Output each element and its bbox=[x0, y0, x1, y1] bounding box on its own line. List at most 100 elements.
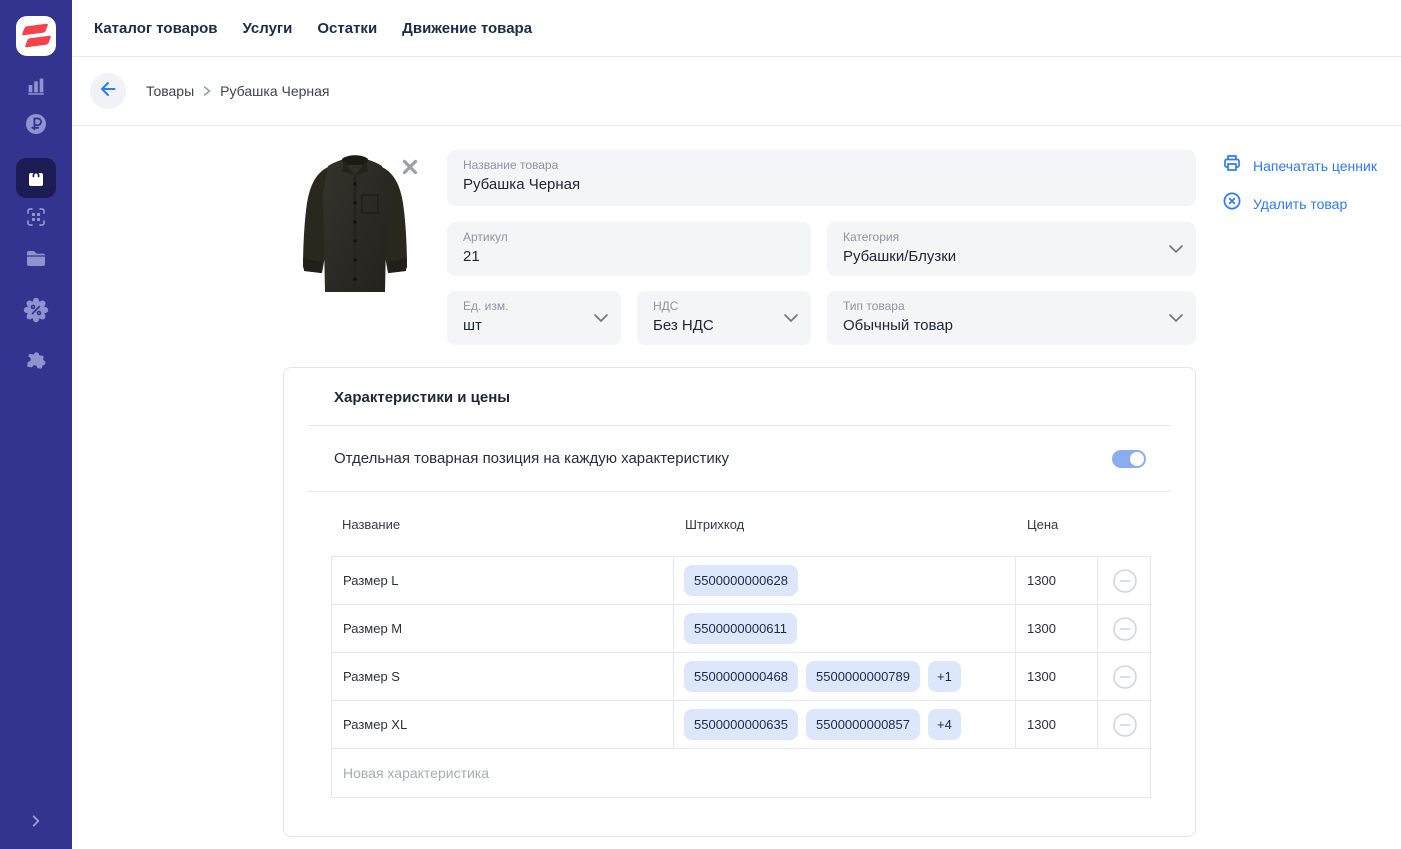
sidebar-item-files[interactable] bbox=[16, 238, 56, 278]
row-price-cell: 1300 bbox=[1016, 701, 1098, 748]
category-select[interactable]: Категория Рубашки/Блузки bbox=[827, 222, 1196, 276]
field-value: Рубашки/Блузки bbox=[843, 248, 957, 265]
barcode-chip[interactable]: 5500000000468 bbox=[684, 661, 798, 692]
field-label: Тип товара bbox=[843, 299, 905, 313]
page-content: Название товара Рубашка Черная Артикул 2… bbox=[72, 126, 1401, 849]
breadcrumb-current: Рубашка Черная bbox=[220, 83, 330, 99]
field-value: Без НДС bbox=[653, 317, 714, 334]
col-header-price: Цена bbox=[1027, 516, 1059, 532]
field-value: Рубашка Черная bbox=[463, 176, 581, 193]
top-navigation: Каталог товаров Услуги Остатки Движение … bbox=[72, 0, 1401, 57]
app-logo[interactable] bbox=[16, 16, 56, 56]
row-name: Размер L bbox=[343, 573, 399, 588]
percent-badge-icon bbox=[23, 297, 49, 323]
sidebar-item-scan[interactable] bbox=[16, 197, 56, 237]
characteristics-table-body: Размер L 5500000000628 1300 Размер M 550… bbox=[331, 556, 1151, 798]
breadcrumb-products[interactable]: Товары bbox=[146, 83, 194, 99]
chevron-down-icon bbox=[594, 309, 608, 327]
remove-row-button[interactable] bbox=[1112, 712, 1138, 738]
row-price-cell: 1300 bbox=[1016, 557, 1098, 604]
row-price: 1300 bbox=[1027, 669, 1056, 684]
barcode-scan-icon bbox=[24, 205, 48, 229]
row-name: Размер S bbox=[343, 669, 400, 684]
ruble-icon bbox=[24, 112, 48, 136]
barcode-chip[interactable]: 5500000000857 bbox=[806, 709, 920, 740]
product-name-field[interactable]: Название товара Рубашка Черная bbox=[447, 150, 1196, 206]
field-label: Ед. изм. bbox=[463, 299, 509, 313]
field-value: шт bbox=[463, 317, 482, 334]
nav-item-catalog[interactable]: Каталог товаров bbox=[94, 20, 218, 37]
delete-product-button[interactable]: Удалить товар bbox=[1222, 191, 1377, 216]
characteristic-name: Размер M bbox=[332, 605, 674, 652]
characteristics-table: Название Штрихкод Цена Размер L 55000000… bbox=[331, 492, 1151, 798]
row-remove-cell bbox=[1098, 653, 1151, 700]
delete-product-label: Удалить товар bbox=[1253, 195, 1348, 212]
table-row: Размер XL 5500000000635 5500000000857 +4 1… bbox=[332, 701, 1150, 749]
chevron-down-icon bbox=[1169, 309, 1183, 327]
logo-shape bbox=[24, 35, 52, 48]
product-photo bbox=[295, 150, 418, 300]
remove-row-button[interactable] bbox=[1112, 568, 1138, 594]
characteristic-name: Размер L bbox=[332, 557, 674, 604]
folder-icon bbox=[24, 246, 48, 270]
circle-x-icon bbox=[1222, 191, 1242, 216]
sku-field[interactable]: Артикул 21 bbox=[447, 222, 811, 276]
row-price: 1300 bbox=[1027, 573, 1056, 588]
per-characteristic-toggle[interactable] bbox=[1112, 449, 1146, 468]
main-area: Каталог товаров Услуги Остатки Движение … bbox=[72, 0, 1401, 849]
app-window: Каталог товаров Услуги Остатки Движение … bbox=[0, 0, 1401, 849]
row-barcodes: 5500000000468 5500000000789 +1 bbox=[674, 653, 1016, 700]
field-value: Обычный товар bbox=[843, 317, 953, 334]
sidebar-item-ruble[interactable] bbox=[16, 104, 56, 144]
barcode-chip[interactable]: 5500000000635 bbox=[684, 709, 798, 740]
sidebar-item-discounts[interactable] bbox=[16, 290, 56, 330]
product-image-shirt[interactable] bbox=[295, 150, 415, 300]
toggle-knob bbox=[1130, 451, 1144, 466]
table-row: Размер M 5500000000611 1300 bbox=[332, 605, 1150, 653]
new-characteristic-input[interactable] bbox=[332, 765, 1150, 781]
sidebar-item-products[interactable] bbox=[16, 158, 56, 198]
field-value: 21 bbox=[463, 248, 480, 265]
product-type-select[interactable]: Тип товара Обычный товар bbox=[827, 291, 1196, 345]
row-remove-cell bbox=[1098, 605, 1151, 652]
chevron-down-icon bbox=[1169, 240, 1183, 258]
field-label: Название товара bbox=[463, 158, 559, 172]
bar-chart-icon bbox=[25, 74, 47, 96]
more-barcodes-chip[interactable]: +1 bbox=[928, 661, 961, 692]
toggle-row: Отдельная товарная позиция на каждую хар… bbox=[308, 426, 1171, 492]
unit-select[interactable]: Ед. изм. шт bbox=[447, 291, 621, 345]
table-row: Размер L 5500000000628 1300 bbox=[332, 557, 1150, 605]
print-price-tag-button[interactable]: Напечатать ценник bbox=[1222, 153, 1377, 178]
sidebar-item-analytics[interactable] bbox=[16, 65, 56, 105]
back-button[interactable] bbox=[90, 73, 126, 109]
remove-row-button[interactable] bbox=[1112, 664, 1138, 690]
remove-row-button[interactable] bbox=[1112, 616, 1138, 642]
breadcrumb-bar: Товары Рубашка Черная bbox=[72, 57, 1401, 126]
sidebar-expand-button[interactable] bbox=[20, 809, 52, 837]
col-header-barcode: Штрихкод bbox=[685, 516, 745, 532]
field-label: Категория bbox=[843, 230, 900, 244]
vat-select[interactable]: НДС Без НДС bbox=[637, 291, 811, 345]
nav-item-movement[interactable]: Движение товара bbox=[402, 20, 532, 37]
printer-icon bbox=[1222, 153, 1242, 178]
sidebar-item-integrations[interactable] bbox=[16, 341, 56, 381]
barcode-chip[interactable]: 5500000000628 bbox=[684, 565, 798, 596]
more-barcodes-chip[interactable]: +4 bbox=[928, 709, 961, 740]
logo-shape bbox=[21, 23, 49, 36]
characteristics-card: Характеристики и цены Отдельная товарная… bbox=[283, 367, 1196, 837]
nav-item-services[interactable]: Услуги bbox=[243, 20, 293, 37]
arrow-left-icon bbox=[98, 79, 118, 104]
row-name: Размер M bbox=[343, 621, 403, 636]
puzzle-icon bbox=[24, 349, 48, 373]
barcode-chip[interactable]: 5500000000611 bbox=[684, 613, 798, 644]
row-barcodes: 5500000000611 bbox=[674, 605, 1016, 652]
card-title: Характеристики и цены bbox=[334, 389, 511, 406]
chevron-right-icon bbox=[203, 86, 211, 96]
shopping-bag-icon bbox=[24, 166, 48, 190]
characteristic-name: Размер XL bbox=[332, 701, 674, 748]
barcode-chip[interactable]: 5500000000789 bbox=[806, 661, 920, 692]
nav-item-stock[interactable]: Остатки bbox=[317, 20, 377, 37]
field-label: Артикул bbox=[463, 230, 508, 244]
product-actions: Напечатать ценник Удалить товар bbox=[1222, 153, 1377, 216]
remove-photo-button[interactable] bbox=[401, 158, 419, 176]
